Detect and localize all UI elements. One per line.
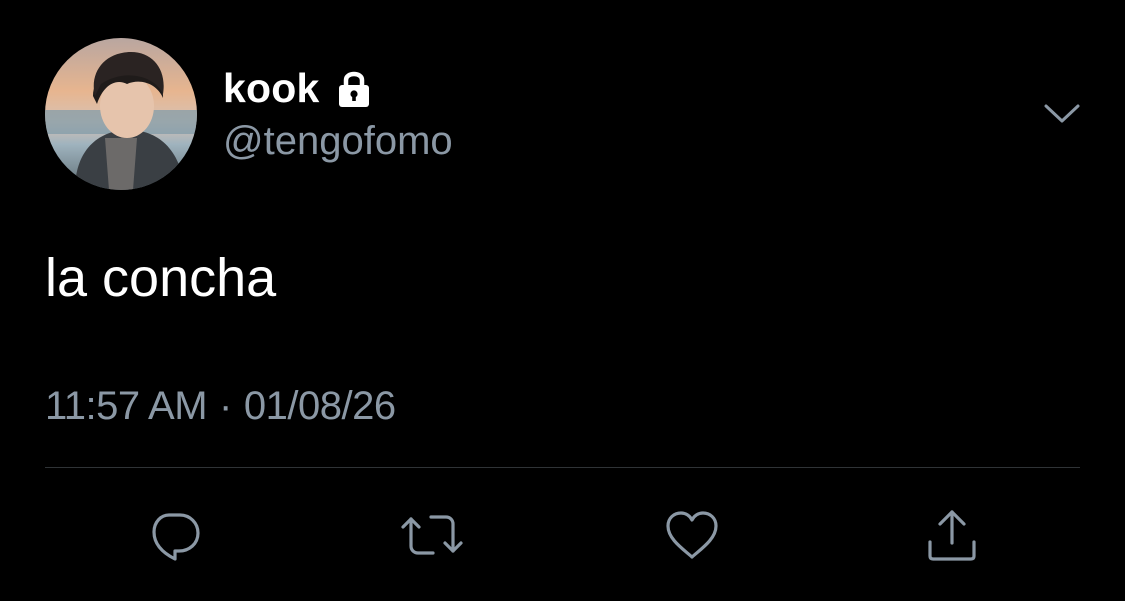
tweet-timestamp[interactable]: 11:57 AM · 01/08/26 bbox=[45, 384, 396, 429]
retweet-arrows-icon bbox=[401, 515, 463, 555]
display-name[interactable]: kook bbox=[223, 65, 320, 112]
avatar-image bbox=[45, 38, 197, 190]
heart-icon bbox=[666, 511, 718, 559]
tweet-date: 01/08/26 bbox=[243, 384, 396, 428]
user-handle[interactable]: @tengofomo bbox=[223, 119, 453, 164]
chevron-down-icon[interactable] bbox=[1040, 96, 1084, 130]
retweet-button[interactable] bbox=[400, 503, 464, 567]
tweet-time: 11:57 AM bbox=[45, 384, 208, 428]
user-name-row[interactable]: kook bbox=[223, 62, 374, 114]
reply-button[interactable] bbox=[143, 503, 207, 567]
share-upload-icon bbox=[928, 510, 976, 561]
like-button[interactable] bbox=[660, 503, 724, 567]
avatar[interactable] bbox=[45, 38, 197, 190]
tweet-text: la concha bbox=[45, 248, 277, 308]
share-button[interactable] bbox=[920, 503, 984, 567]
divider bbox=[45, 467, 1080, 468]
speech-bubble-icon bbox=[152, 513, 200, 561]
lock-icon bbox=[334, 68, 374, 108]
tweet-card: kook @tengofomo la concha 11:57 AM · 01/… bbox=[0, 0, 1125, 601]
timestamp-separator: · bbox=[219, 384, 232, 428]
